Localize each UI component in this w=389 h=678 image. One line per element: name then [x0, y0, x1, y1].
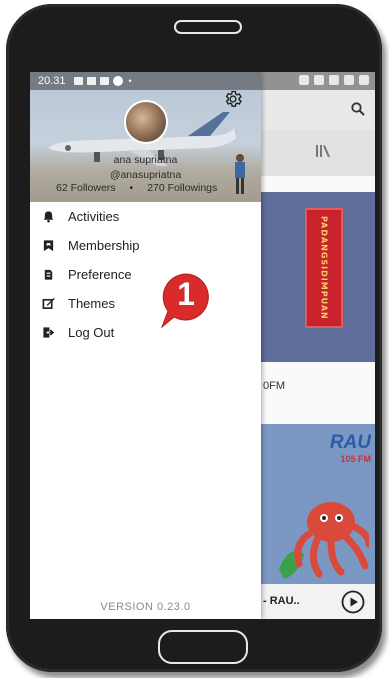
rau-frequency: 105 FM [340, 454, 371, 464]
drawer-menu: Activities Membership Preference Themes … [30, 202, 261, 347]
logout-icon [43, 327, 55, 338]
menu-label: Membership [68, 238, 140, 253]
rau-logo: RAU [329, 432, 371, 453]
now-playing-title: - RAU.. [263, 595, 300, 607]
screen: PADANGSIDIMPUAN 0FM RAU 105 FM - RAU.. a… [30, 72, 375, 619]
speaker-grille [174, 20, 242, 34]
bookmark-icon [43, 240, 54, 252]
station-card-rau[interactable]: RAU 105 FM [261, 424, 375, 584]
avatar[interactable] [124, 100, 168, 144]
app-toolbar [261, 90, 375, 130]
navigation-drawer: ana supriatna @anasupriatna 62 Followers… [30, 72, 261, 619]
notification-icon [86, 77, 96, 85]
annotation-badge: 1 [160, 272, 212, 329]
menu-item-preference[interactable]: Preference [30, 260, 261, 289]
themes-icon [42, 297, 55, 309]
app-version: VERSION 0.23.0 [100, 601, 191, 613]
notification-icon [73, 77, 83, 85]
wifi-icon [329, 75, 339, 85]
followers-count[interactable]: 62 Followers [56, 182, 116, 194]
menu-label: Themes [68, 296, 115, 311]
notification-icon [99, 77, 109, 85]
more-notifications-icon: • [128, 76, 132, 86]
station-label: 0FM [263, 380, 285, 392]
notification-dot-icon [112, 76, 123, 86]
menu-item-logout[interactable]: Log Out [30, 318, 261, 347]
play-icon[interactable] [341, 590, 365, 614]
annotation-number: 1 [177, 276, 195, 312]
status-bar: 20.31 • [30, 72, 375, 90]
menu-item-activities[interactable]: Activities [30, 202, 261, 231]
menu-label: Preference [68, 267, 132, 282]
menu-label: Log Out [68, 325, 115, 340]
now-playing-bar[interactable]: - RAU.. [261, 584, 375, 619]
battery-icon [359, 75, 369, 85]
menu-item-membership[interactable]: Membership [30, 231, 261, 260]
status-indicators [299, 75, 369, 85]
home-button[interactable] [158, 630, 248, 664]
station-card[interactable]: PADANGSIDIMPUAN [261, 192, 375, 362]
bell-icon [43, 211, 54, 223]
signal-icon [344, 75, 354, 85]
stats-separator: • [129, 182, 134, 194]
drawer-header: ana supriatna @anasupriatna 62 Followers… [30, 72, 261, 202]
vibrate-icon [314, 75, 324, 85]
preference-icon [44, 269, 53, 280]
alarm-icon [299, 75, 309, 85]
app-tabs [261, 130, 375, 176]
menu-label: Activities [68, 209, 120, 224]
library-icon[interactable] [315, 144, 331, 158]
menu-item-themes[interactable]: Themes [30, 289, 261, 318]
station-banner: PADANGSIDIMPUAN [305, 208, 343, 328]
status-time: 20.31 [38, 75, 66, 87]
followings-count[interactable]: 270 Followings [147, 182, 217, 194]
profile-name: ana supriatna [113, 154, 178, 166]
profile-handle: @anasupriatna [109, 169, 182, 181]
phone-frame: PADANGSIDIMPUAN 0FM RAU 105 FM - RAU.. a… [6, 4, 382, 672]
follow-stats: 62 Followers • 270 Followings [56, 182, 217, 194]
octopus-illustration [279, 502, 369, 579]
gear-icon[interactable] [223, 89, 243, 109]
search-icon[interactable] [351, 102, 365, 116]
